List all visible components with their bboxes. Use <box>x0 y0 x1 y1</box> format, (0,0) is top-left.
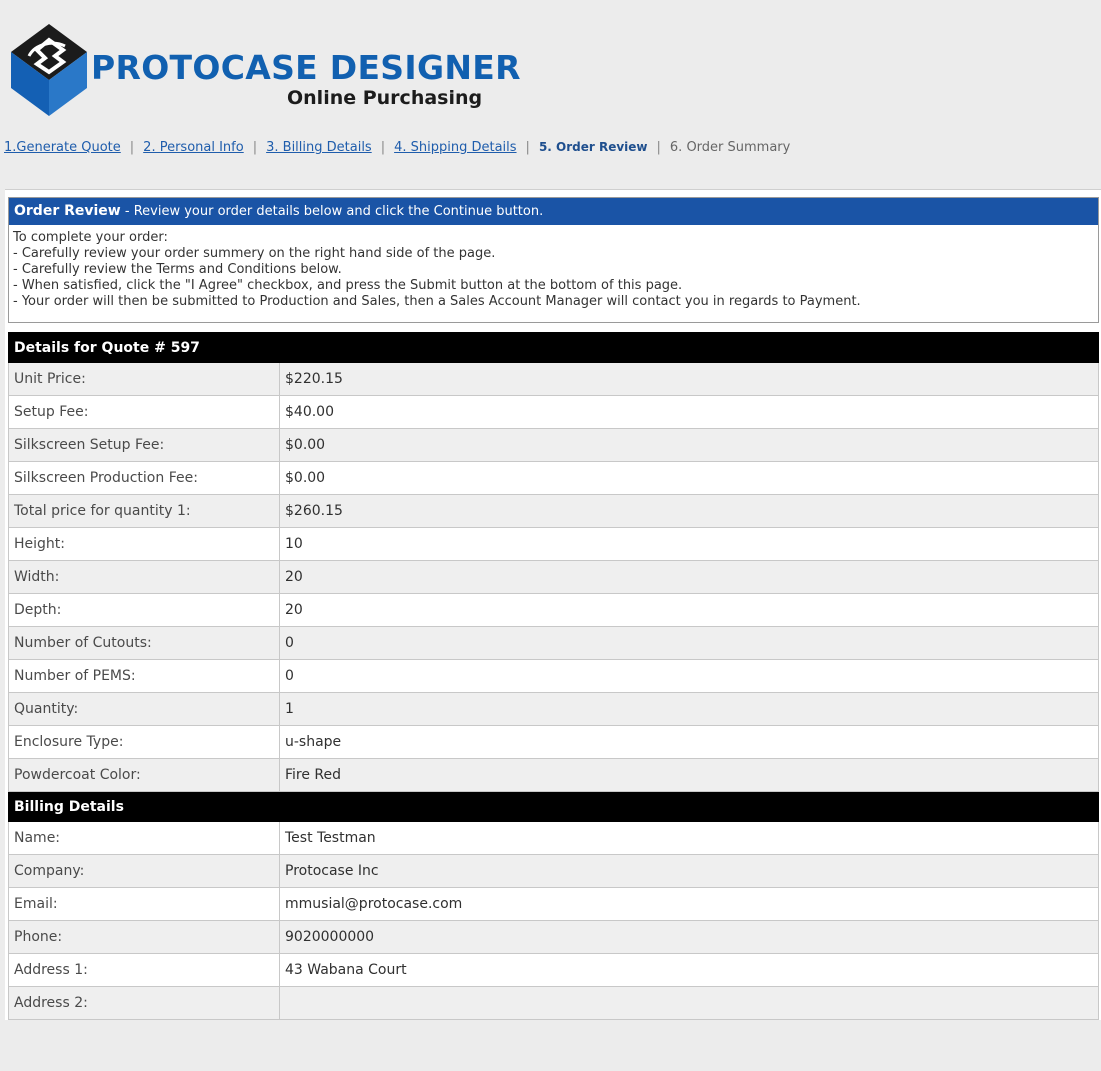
row-label: Setup Fee: <box>8 395 280 429</box>
main-content: Order Review - Review your order details… <box>5 189 1101 1020</box>
step-separator: | <box>525 140 530 155</box>
row-value <box>279 986 1099 1020</box>
instruction-line: - When satisfied, click the "I Agree" ch… <box>13 278 683 293</box>
row-label: Company: <box>8 854 280 888</box>
row-label: Quantity: <box>8 692 280 726</box>
row-label: Powdercoat Color: <box>8 758 280 792</box>
table-row: Company: Protocase Inc <box>8 854 1099 888</box>
row-value: $0.00 <box>279 428 1099 462</box>
step-generate-quote[interactable]: 1.Generate Quote <box>4 140 121 155</box>
row-value: $0.00 <box>279 461 1099 495</box>
order-review-instructions: To complete your order: - Carefully revi… <box>9 225 1098 322</box>
step-billing-details[interactable]: 3. Billing Details <box>266 140 372 155</box>
table-row: Silkscreen Production Fee: $0.00 <box>8 461 1099 495</box>
table-row: Depth: 20 <box>8 593 1099 627</box>
table-row: Silkscreen Setup Fee: $0.00 <box>8 428 1099 462</box>
row-value: Test Testman <box>279 821 1099 855</box>
billing-section-title: Billing Details <box>8 791 1099 822</box>
step-separator: | <box>129 140 135 155</box>
page-header: PROTOCASE DESIGNER Online Purchasing 1.G… <box>0 0 1101 180</box>
row-label: Email: <box>8 887 280 921</box>
row-label: Width: <box>8 560 280 594</box>
table-row: Quantity: 1 <box>8 692 1099 726</box>
step-order-summary: 6. Order Summary <box>669 140 791 155</box>
order-review-title: Order Review <box>14 203 121 219</box>
row-value: u-shape <box>279 725 1099 759</box>
row-label: Number of Cutouts: <box>8 626 280 660</box>
table-row: Enclosure Type: u-shape <box>8 725 1099 759</box>
table-row: Powdercoat Color: Fire Red <box>8 758 1099 792</box>
checkout-steps-nav: 1.Generate Quote | 2. Personal Info | 3. Bil… <box>4 139 790 156</box>
row-label: Unit Price: <box>8 362 280 396</box>
row-value: Fire Red <box>279 758 1099 792</box>
row-value: 9020000000 <box>279 920 1099 954</box>
row-label: Height: <box>8 527 280 561</box>
table-row: Unit Price: $220.15 <box>8 362 1099 396</box>
order-review-panel: Order Review - Review your order details… <box>8 197 1099 323</box>
instruction-line: To complete your order: <box>13 230 168 245</box>
step-order-review-current: 5. Order Review <box>538 140 648 154</box>
row-value: 43 Wabana Court <box>279 953 1099 987</box>
row-value: mmusial@protocase.com <box>279 887 1099 921</box>
row-label: Total price for quantity 1: <box>8 494 280 528</box>
step-separator: | <box>656 140 661 155</box>
row-value: $220.15 <box>279 362 1099 396</box>
row-label: Name: <box>8 821 280 855</box>
step-separator: | <box>252 140 258 155</box>
row-label: Enclosure Type: <box>8 725 280 759</box>
row-value: Protocase Inc <box>279 854 1099 888</box>
table-row: Phone: 9020000000 <box>8 920 1099 954</box>
row-label: Silkscreen Production Fee: <box>8 461 280 495</box>
table-row: Height: 10 <box>8 527 1099 561</box>
row-value: 1 <box>279 692 1099 726</box>
table-row: Total price for quantity 1: $260.15 <box>8 494 1099 528</box>
brand-subtitle: Online Purchasing <box>287 87 483 109</box>
row-value: $40.00 <box>279 395 1099 429</box>
protocase-logo-icon <box>11 24 87 116</box>
row-value: 20 <box>279 593 1099 627</box>
row-value: $260.15 <box>279 494 1099 528</box>
row-label: Number of PEMS: <box>8 659 280 693</box>
table-row: Setup Fee: $40.00 <box>8 395 1099 429</box>
table-row: Name: Test Testman <box>8 821 1099 855</box>
row-label: Silkscreen Setup Fee: <box>8 428 280 462</box>
table-row: Address 2: <box>8 986 1099 1020</box>
row-value: 20 <box>279 560 1099 594</box>
instruction-line: - Carefully review the Terms and Conditi… <box>13 262 342 277</box>
order-details-table: Details for Quote # 597 Unit Price: $220.… <box>8 332 1099 1020</box>
table-row: Number of PEMS: 0 <box>8 659 1099 693</box>
billing-section-header: Billing Details <box>8 791 1099 822</box>
quote-section-header: Details for Quote # 597 <box>8 332 1099 363</box>
step-separator: | <box>380 140 386 155</box>
instruction-line: - Carefully review your order summery on… <box>13 246 496 261</box>
table-row: Width: 20 <box>8 560 1099 594</box>
table-row: Address 1: 43 Wabana Court <box>8 953 1099 987</box>
table-row: Number of Cutouts: 0 <box>8 626 1099 660</box>
row-label: Address 1: <box>8 953 280 987</box>
brand-title: PROTOCASE DESIGNER <box>91 48 521 87</box>
order-review-note: - Review your order details below and cl… <box>120 204 544 219</box>
step-shipping-details[interactable]: 4. Shipping Details <box>394 140 516 155</box>
row-label: Depth: <box>8 593 280 627</box>
row-label: Phone: <box>8 920 280 954</box>
row-value: 10 <box>279 527 1099 561</box>
step-personal-info[interactable]: 2. Personal Info <box>143 140 244 155</box>
order-review-header: Order Review - Review your order details… <box>9 198 1098 225</box>
instruction-line: - Your order will then be submitted to P… <box>13 294 861 309</box>
quote-section-title: Details for Quote # 597 <box>8 332 1099 363</box>
row-label: Address 2: <box>8 986 280 1020</box>
row-value: 0 <box>279 659 1099 693</box>
row-value: 0 <box>279 626 1099 660</box>
table-row: Email: mmusial@protocase.com <box>8 887 1099 921</box>
